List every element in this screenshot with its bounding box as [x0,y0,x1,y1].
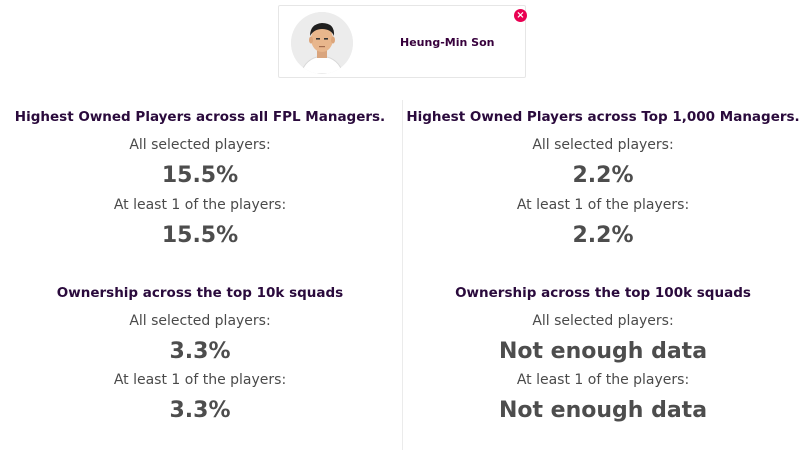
at-least-one-label: At least 1 of the players: [113,372,287,388]
player-photo-icon [291,12,353,74]
player-avatar [291,12,353,74]
all-selected-label: All selected players: [129,313,271,329]
at-least-one-value: 2.2% [572,223,634,248]
section-all-managers: Highest Owned Players across all FPL Man… [0,105,400,255]
at-least-one-value: 15.5% [161,223,239,248]
all-selected-value: Not enough data [498,339,708,364]
all-selected-label: All selected players: [532,313,674,329]
all-selected-label: All selected players: [129,137,271,153]
section-title: Highest Owned Players across all FPL Man… [14,109,386,125]
section-title: Highest Owned Players across Top 1,000 M… [406,109,800,125]
at-least-one-label: At least 1 of the players: [516,197,690,213]
section-top-10k: Ownership across the top 10k squads All … [0,282,400,432]
all-selected-value: 3.3% [169,339,231,364]
at-least-one-label: At least 1 of the players: [516,372,690,388]
section-title: Ownership across the top 100k squads [455,285,751,301]
at-least-one-value: 3.3% [169,398,231,423]
at-least-one-value: Not enough data [498,398,708,423]
all-selected-value: 15.5% [161,163,239,188]
remove-player-button[interactable]: × [514,9,527,22]
all-selected-label: All selected players: [532,137,674,153]
all-selected-value: 2.2% [572,163,634,188]
player-card: Heung-Min Son × [278,5,527,78]
section-top-100k: Ownership across the top 100k squads All… [403,282,800,432]
section-title: Ownership across the top 10k squads [56,285,344,301]
player-name: Heung-Min Son [400,36,495,49]
at-least-one-label: At least 1 of the players: [113,197,287,213]
section-top-1000: Highest Owned Players across Top 1,000 M… [403,105,800,255]
